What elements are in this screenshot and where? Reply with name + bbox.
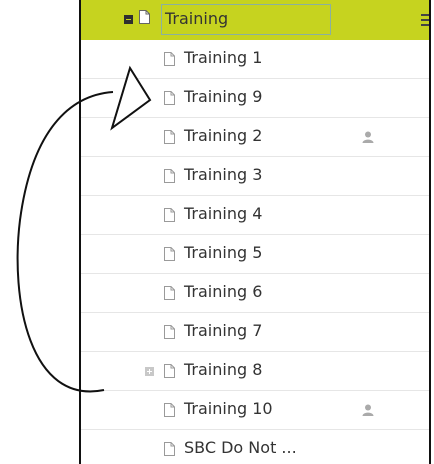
tree-root-row[interactable]: Training	[81, 0, 429, 40]
page-icon	[164, 208, 175, 222]
tree-item-label: Training 2	[184, 126, 263, 145]
tree-item-label: Training 6	[184, 282, 263, 301]
tree-item[interactable]: Training 9	[81, 79, 429, 118]
user-icon	[362, 404, 374, 416]
tree-item[interactable]: Training 3	[81, 157, 429, 196]
page-icon	[164, 403, 175, 417]
page-icon	[164, 286, 175, 300]
tree-item[interactable]: Training 6	[81, 274, 429, 313]
page-icon	[164, 247, 175, 261]
tree-item-label: SBC Do Not ...	[184, 438, 297, 457]
tree-item-label: Training 1	[184, 48, 263, 67]
tree-item-label: Training 9	[184, 87, 263, 106]
page-icon	[164, 364, 175, 378]
tree-item-label: Training 8	[184, 360, 263, 379]
page-icon	[164, 325, 175, 339]
tree-item[interactable]: Training 2	[81, 118, 429, 157]
page-icon	[139, 10, 150, 24]
tree-item[interactable]: Training 5	[81, 235, 429, 274]
page-icon	[164, 130, 175, 144]
tree-item-label: Training 3	[184, 165, 263, 184]
tree-item[interactable]: Training 10	[81, 391, 429, 430]
menu-icon[interactable]	[421, 14, 429, 29]
page-icon	[164, 169, 175, 183]
tree-item-label: Training 7	[184, 321, 263, 340]
tree-item[interactable]: Training 8	[81, 352, 429, 391]
page-icon	[164, 91, 175, 105]
tree-item[interactable]: Training 1	[81, 40, 429, 79]
tree-item-label: Training 4	[184, 204, 263, 223]
expand-icon[interactable]	[145, 367, 154, 376]
tree-item[interactable]: SBC Do Not ...	[81, 430, 429, 464]
tree-item[interactable]: Training 7	[81, 313, 429, 352]
page-icon	[164, 442, 175, 456]
user-icon	[362, 131, 374, 143]
tree-panel: Training Training 1 Training 9 Training 2 T…	[79, 0, 431, 464]
page-icon	[164, 52, 175, 66]
tree-item-label: Training 10	[184, 399, 273, 418]
tree-root-label: Training	[165, 9, 229, 28]
tree-item-label: Training 5	[184, 243, 263, 262]
collapse-icon[interactable]	[124, 15, 133, 24]
tree-item[interactable]: Training 4	[81, 196, 429, 235]
